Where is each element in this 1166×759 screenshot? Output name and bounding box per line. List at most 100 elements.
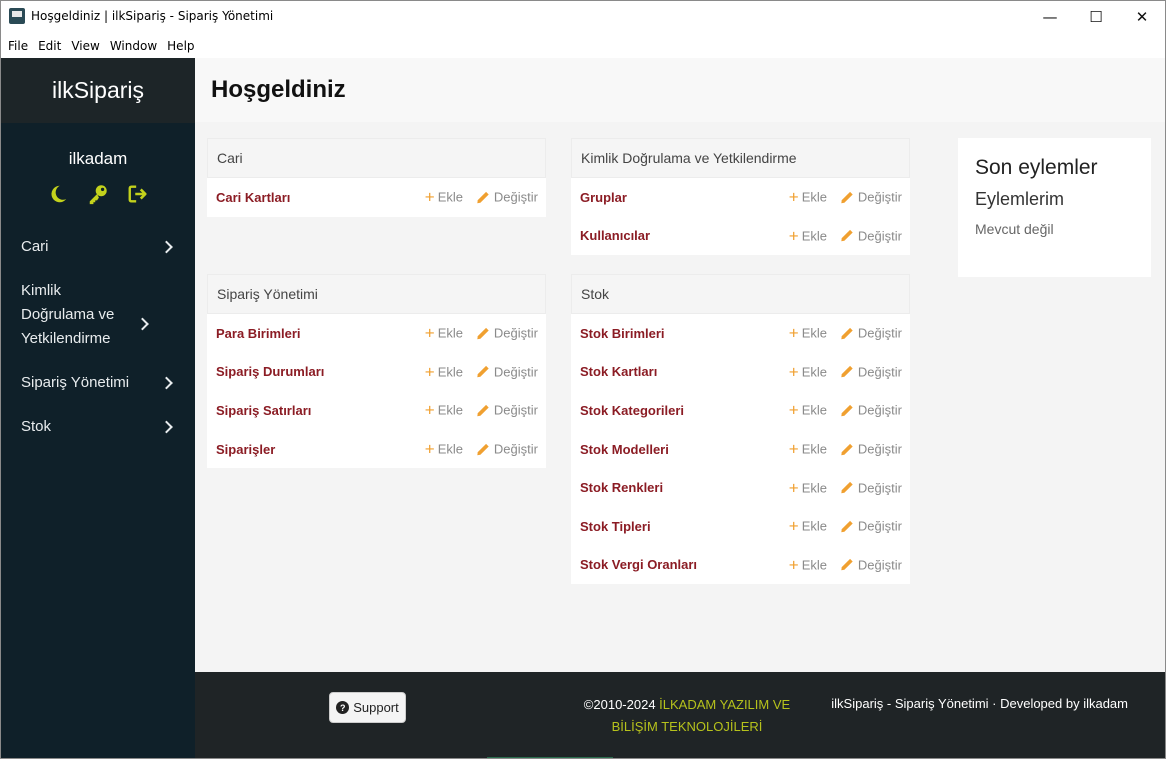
list-item: Sipariş Durumları + Ekle Değiştir (207, 353, 546, 392)
brand-logo[interactable]: ilkSipariş (1, 58, 195, 123)
add-button[interactable]: + Ekle (789, 402, 827, 419)
close-button[interactable]: ✕ (1119, 1, 1165, 33)
developed-by: ilkSipariş - Sipariş Yönetimi · Develope… (831, 696, 1128, 711)
pencil-icon (477, 191, 489, 203)
menu-window[interactable]: Window (110, 39, 157, 53)
sidebar-item-kimlik[interactable]: Kimlik Doğrulama ve Yetkilendirme (1, 279, 171, 351)
model-link[interactable]: Stok Kategorileri (580, 403, 684, 418)
model-link[interactable]: Stok Modelleri (580, 442, 669, 457)
plus-icon: + (788, 516, 799, 536)
copyright-year: ©2010-2024 (583, 697, 656, 712)
card-rows: Stok Birimleri + Ekle Değiştir Stok Kartları… (571, 314, 910, 584)
card-rows: Cari Kartları + Ekle Değiştir (207, 178, 546, 217)
add-button[interactable]: + Ekle (789, 189, 827, 206)
edit-button[interactable]: Değiştir (476, 364, 538, 379)
maximize-button[interactable]: ☐ (1073, 1, 1119, 33)
model-link[interactable]: Stok Renkleri (580, 480, 663, 495)
minimize-button[interactable]: — (1027, 1, 1073, 33)
edit-label: Değiştir (493, 325, 538, 341)
list-item: Gruplar + Ekle Değiştir (571, 178, 910, 217)
main-content: Hoşgeldiniz Cari Cari Kartları + Ekle Değiş… (195, 58, 1165, 672)
user-actions (1, 183, 195, 205)
edit-label: Değiştir (857, 441, 902, 457)
add-button[interactable]: + Ekle (789, 363, 827, 380)
card-title[interactable]: Sipariş Yönetimi (207, 274, 546, 314)
add-button[interactable]: + Ekle (425, 325, 463, 342)
model-link[interactable]: Sipariş Durumları (216, 364, 324, 379)
menu-view[interactable]: View (71, 39, 99, 53)
edit-button[interactable]: Değiştir (840, 557, 902, 572)
model-link[interactable]: Cari Kartları (216, 190, 290, 205)
model-link[interactable]: Kullanıcılar (580, 228, 650, 243)
pencil-icon (841, 327, 853, 339)
edit-button[interactable]: Değiştir (840, 403, 902, 418)
logout-icon[interactable] (127, 183, 149, 205)
pencil-icon (841, 366, 853, 378)
menu-edit[interactable]: Edit (38, 39, 61, 53)
plus-icon: + (788, 555, 799, 575)
add-button[interactable]: + Ekle (425, 441, 463, 458)
add-label: Ekle (437, 441, 463, 457)
model-link[interactable]: Stok Kartları (580, 364, 657, 379)
edit-button[interactable]: Değiştir (840, 228, 902, 243)
edit-button[interactable]: Değiştir (840, 442, 902, 457)
edit-button[interactable]: Değiştir (840, 364, 902, 379)
card-title[interactable]: Stok (571, 274, 910, 314)
sidebar-item-siparis[interactable]: Sipariş Yönetimi (1, 371, 195, 395)
add-label: Ekle (801, 325, 827, 341)
add-button[interactable]: + Ekle (425, 189, 463, 206)
moon-icon[interactable] (47, 183, 69, 205)
plus-icon: + (788, 478, 799, 498)
edit-button[interactable]: Değiştir (476, 190, 538, 205)
add-label: Ekle (801, 364, 827, 380)
model-link[interactable]: Stok Vergi Oranları (580, 557, 697, 572)
card-rows: Gruplar + Ekle Değiştir Kullanıcılar + Ekle Değ… (571, 178, 910, 255)
card-kimlik: Kimlik Doğrulama ve Yetkilendirme Grupla… (571, 138, 910, 256)
edit-button[interactable]: Değiştir (476, 442, 538, 457)
add-button[interactable]: + Ekle (789, 325, 827, 342)
add-label: Ekle (437, 325, 463, 341)
add-button[interactable]: + Ekle (789, 441, 827, 458)
model-link[interactable]: Siparişler (216, 442, 275, 457)
menu-file[interactable]: File (8, 39, 28, 53)
edit-button[interactable]: Değiştir (840, 480, 902, 495)
plus-icon: + (424, 362, 435, 382)
sidebar-item-cari[interactable]: Cari (1, 235, 195, 259)
model-link[interactable]: Sipariş Satırları (216, 403, 311, 418)
add-button[interactable]: + Ekle (789, 556, 827, 573)
add-label: Ekle (437, 402, 463, 418)
add-label: Ekle (801, 441, 827, 457)
model-link[interactable]: Stok Birimleri (580, 326, 665, 341)
edit-label: Değiştir (493, 402, 538, 418)
model-link[interactable]: Gruplar (580, 190, 627, 205)
edit-label: Değiştir (493, 441, 538, 457)
plus-icon: + (788, 226, 799, 246)
model-link[interactable]: Stok Tipleri (580, 519, 651, 534)
add-button[interactable]: + Ekle (789, 227, 827, 244)
add-label: Ekle (801, 480, 827, 496)
add-button[interactable]: + Ekle (789, 479, 827, 496)
edit-button[interactable]: Değiştir (476, 403, 538, 418)
card-stok: Stok Stok Birimleri + Ekle Değiştir Stok Kar… (571, 274, 910, 585)
support-button[interactable]: ? Support (329, 692, 406, 723)
page-title: Hoşgeldiniz (211, 76, 346, 103)
key-icon[interactable] (87, 183, 109, 205)
edit-label: Değiştir (493, 189, 538, 205)
add-button[interactable]: + Ekle (425, 363, 463, 380)
menu-help[interactable]: Help (167, 39, 194, 53)
edit-button[interactable]: Değiştir (840, 190, 902, 205)
card-title[interactable]: Cari (207, 138, 546, 178)
edit-button[interactable]: Değiştir (840, 519, 902, 534)
edit-button[interactable]: Değiştir (840, 326, 902, 341)
list-item: Siparişler + Ekle Değiştir (207, 430, 546, 469)
add-button[interactable]: + Ekle (789, 518, 827, 535)
model-link[interactable]: Para Birimleri (216, 326, 301, 341)
add-button[interactable]: + Ekle (425, 402, 463, 419)
edit-button[interactable]: Değiştir (476, 326, 538, 341)
page-header: Hoşgeldiniz (195, 58, 1165, 122)
window-title: Hoşgeldiniz | ilkSipariş - Sipariş Yönet… (31, 9, 274, 23)
sidebar-item-stok[interactable]: Stok (1, 415, 195, 439)
sidebar-item-label: Sipariş Yönetimi (21, 374, 130, 391)
title-bar: Hoşgeldiniz | ilkSipariş - Sipariş Yönet… (1, 1, 1165, 34)
card-title[interactable]: Kimlik Doğrulama ve Yetkilendirme (571, 138, 910, 178)
